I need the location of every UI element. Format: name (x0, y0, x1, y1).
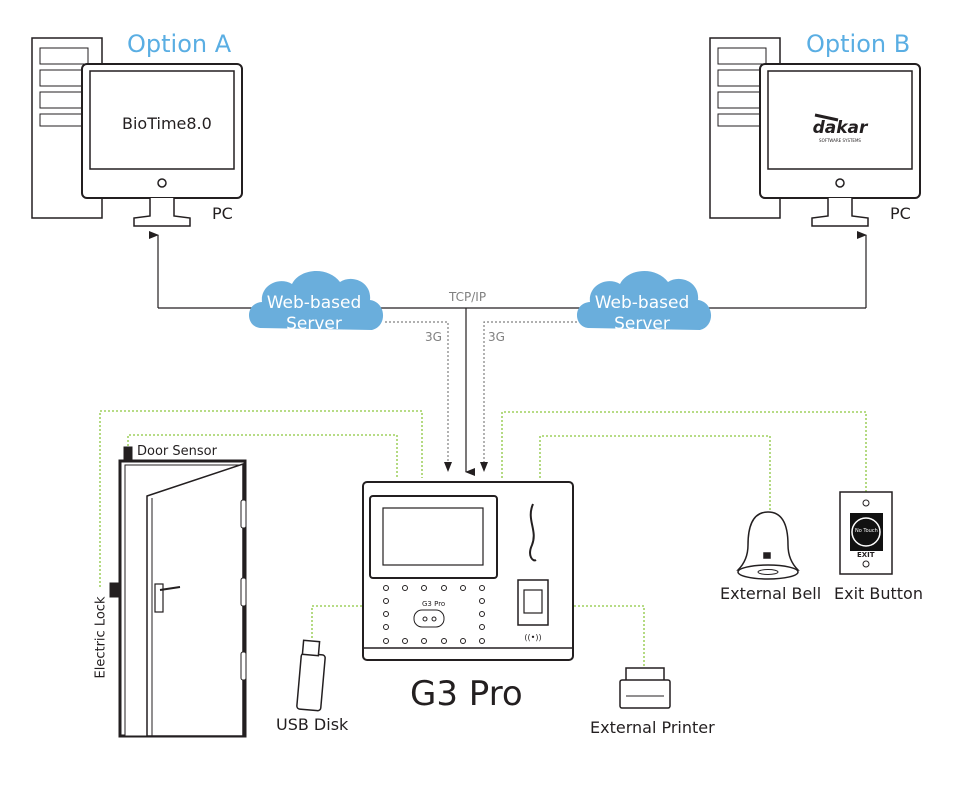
external-bell-label: External Bell (720, 584, 822, 603)
external-printer-label: External Printer (590, 718, 715, 737)
svg-text:dakar: dakar (813, 118, 869, 138)
tcp-ip-label: TCP/IP (449, 290, 487, 304)
svg-text:((•)): ((•)) (524, 633, 541, 642)
external-bell-icon (736, 511, 800, 580)
exit-button-face-text: No Touch (855, 528, 878, 534)
usb-disk-label: USB Disk (276, 715, 349, 734)
3g-left-label: 3G (425, 330, 442, 344)
cloud-right-line2: Server (614, 314, 670, 334)
exit-button-exit-text: EXIT (857, 551, 875, 559)
g3-pro-device: ((•)) (362, 481, 574, 661)
svg-text:SOFTWARE SYSTEMS: SOFTWARE SYSTEMS (819, 138, 861, 143)
cloud-left-line2: Server (286, 314, 342, 334)
cloud-left-label: Web-based Server (249, 293, 379, 335)
usb-disk-icon (296, 639, 326, 712)
door-sensor-label: Door Sensor (137, 444, 217, 459)
cloud-right-line1: Web-based (594, 293, 690, 313)
pc-label-b: PC (890, 204, 911, 223)
cloud-left-line1: Web-based (266, 293, 362, 313)
external-printer-icon (619, 667, 671, 709)
3g-wiring (385, 321, 585, 470)
exit-button-label: Exit Button (834, 584, 923, 603)
option-b-title: Option B (806, 30, 911, 58)
device-name: G3 Pro (410, 674, 523, 714)
device-panel-label: G3 Pro (422, 600, 446, 608)
door (109, 446, 247, 738)
cloud-right-label: Web-based Server (577, 293, 707, 335)
option-a-title: Option A (127, 30, 232, 58)
biotime-screen-text: BioTime8.0 (122, 114, 212, 133)
pc-label-a: PC (212, 204, 233, 223)
g3-pro-connection-diagram: dakar SOFTWARE SYSTEMS ((•)) Option A Op… (0, 0, 960, 786)
electric-lock-label: Electric Lock (93, 596, 109, 679)
dakar-logo: dakar SOFTWARE SYSTEMS (813, 113, 869, 143)
3g-right-label: 3G (488, 330, 505, 344)
